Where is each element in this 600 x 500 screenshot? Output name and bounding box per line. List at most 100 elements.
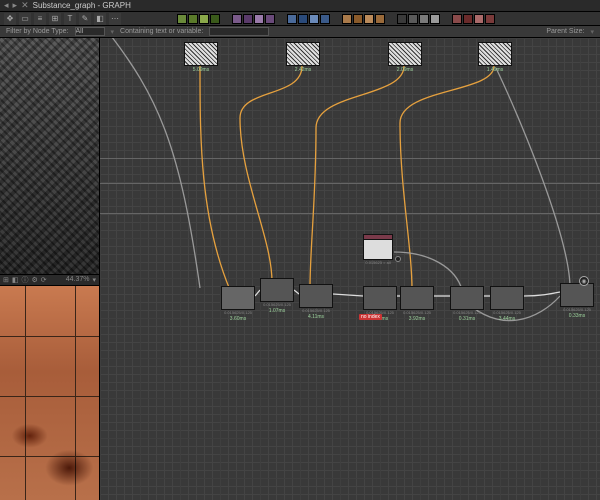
main-split: ⊞ ◧ ⓘ ⚙ ⟳ 44.37% ▾ 5.09ms 2.42ms 2.09ms 1.4…	[0, 38, 600, 500]
tool-align-icon[interactable]: ≡	[34, 13, 46, 25]
parent-size-label: Parent Size:	[546, 28, 584, 35]
graph-node-input[interactable]: 2.09ms	[388, 42, 422, 73]
palette-swatch[interactable]	[232, 14, 242, 24]
node-body	[363, 240, 393, 260]
filter-type-dropdown[interactable]	[75, 27, 105, 36]
graph-node[interactable]: 0.015625/0.1254.11ms	[299, 284, 333, 320]
node-thumbnail	[363, 286, 397, 310]
palette-swatch[interactable]	[309, 14, 319, 24]
node-thumbnail	[260, 278, 294, 302]
graph-node-input[interactable]: 2.42ms	[286, 42, 320, 73]
connection-wire	[100, 38, 600, 498]
win-expand-icon[interactable]: ▸	[13, 0, 18, 11]
refresh-icon[interactable]: ⟳	[41, 276, 47, 284]
palette-swatch[interactable]	[452, 14, 462, 24]
frame-boundary	[100, 158, 600, 159]
node-timing: 4.11ms	[299, 313, 333, 320]
palette-group	[232, 14, 275, 24]
graph-node[interactable]: 0.015625/0.1253.60ms	[221, 286, 255, 322]
palette-group	[342, 14, 385, 24]
palette-swatch[interactable]	[342, 14, 352, 24]
tool-arrange-icon[interactable]: ⊞	[49, 13, 61, 25]
connection-wire	[100, 38, 600, 498]
node-thumbnail	[400, 286, 434, 310]
node-timing: 5.09ms	[184, 66, 218, 73]
palette-group	[177, 14, 220, 24]
output-marker-icon[interactable]: ◉	[579, 276, 589, 286]
node-thumbnail	[299, 284, 333, 308]
gear-icon[interactable]: ⚙	[32, 276, 38, 284]
graph-node[interactable]: 0.015625/0.1253.92ms	[400, 286, 434, 322]
frame-boundary	[100, 213, 600, 214]
brush-icon[interactable]: ✎	[79, 13, 91, 25]
palette-swatch[interactable]	[485, 14, 495, 24]
preview-2d-color[interactable]	[0, 286, 99, 500]
palette-swatch[interactable]	[210, 14, 220, 24]
chevron-down-icon[interactable]: ▾	[590, 28, 594, 36]
palette-swatch[interactable]	[408, 14, 418, 24]
palette-swatch[interactable]	[397, 14, 407, 24]
connection-wire	[100, 38, 600, 498]
frame-boundary	[100, 183, 600, 184]
node-subtitle: 0.015625/0.125	[490, 310, 524, 315]
node-timing: 1.49ms	[478, 66, 512, 73]
palette-swatch[interactable]	[243, 14, 253, 24]
graph-node[interactable]: 0.015625/0.1250.33ms	[560, 283, 594, 319]
palette-swatch[interactable]	[474, 14, 484, 24]
graph-node[interactable]: 0.015625/0.1251.21msno index	[363, 286, 397, 322]
tool-text-icon[interactable]: T	[64, 13, 76, 25]
palette-swatch[interactable]	[188, 14, 198, 24]
palette-swatch[interactable]	[419, 14, 429, 24]
graph-node[interactable]: 0.015625/0.1251.07ms	[260, 278, 294, 314]
graph-node[interactable]: 0.015625/0.1250.31ms	[450, 286, 484, 322]
chevron-down-icon[interactable]: ▾	[92, 276, 96, 284]
window-title-bar: ◂ ▸ ✕ Substance_graph - GRAPH	[0, 0, 600, 12]
preview-toolbar: ⊞ ◧ ⓘ ⚙ ⟳ 44.37% ▾	[0, 274, 99, 286]
connection-wire	[100, 38, 600, 498]
palette-swatch[interactable]	[353, 14, 363, 24]
channel-icon[interactable]: ⊞	[3, 276, 9, 284]
node-graph-canvas[interactable]: 5.09ms2.42ms2.09ms1.49ms0.015625 = all0.…	[100, 38, 600, 500]
node-error-badge: no index	[359, 314, 382, 320]
filter-text-input[interactable]	[209, 27, 269, 36]
palette-swatch[interactable]	[375, 14, 385, 24]
more-icon[interactable]: ⋯	[109, 13, 121, 25]
node-thumbnail	[286, 42, 320, 66]
palette-group	[397, 14, 440, 24]
node-timing: 0.31ms	[450, 315, 484, 322]
tool-select-icon[interactable]: ▭	[19, 13, 31, 25]
graph-node-input[interactable]: 1.49ms	[478, 42, 512, 73]
node-thumbnail	[560, 283, 594, 307]
graph-node-frame[interactable]: 0.015625 = all	[363, 234, 393, 265]
node-subtitle: 0.015625/0.125	[221, 310, 255, 315]
palette-swatch[interactable]	[177, 14, 187, 24]
win-collapse-icon[interactable]: ◂	[4, 0, 9, 11]
palette-swatch[interactable]	[320, 14, 330, 24]
close-icon[interactable]: ✕	[21, 0, 29, 11]
palette-swatch[interactable]	[287, 14, 297, 24]
palette-swatch[interactable]	[430, 14, 440, 24]
node-output-port[interactable]	[395, 256, 401, 262]
node-timing: 3.60ms	[221, 315, 255, 322]
connection-wire	[100, 38, 600, 498]
connection-wire	[100, 38, 600, 498]
palette-swatch[interactable]	[364, 14, 374, 24]
palette-swatch[interactable]	[463, 14, 473, 24]
palette-group	[287, 14, 330, 24]
highlight-icon[interactable]: ◧	[94, 13, 106, 25]
palette-swatch[interactable]	[254, 14, 264, 24]
graph-node[interactable]: 0.015625/0.1253.44ms	[490, 286, 524, 322]
palette-swatch[interactable]	[199, 14, 209, 24]
palette-swatch[interactable]	[298, 14, 308, 24]
connection-wire	[100, 38, 600, 498]
graph-node-input[interactable]: 5.09ms	[184, 42, 218, 73]
zoom-value: 44.37%	[66, 276, 90, 283]
connection-wire	[100, 38, 600, 498]
info-icon[interactable]: ⓘ	[22, 275, 29, 285]
node-timing: 1.07ms	[260, 307, 294, 314]
tool-hand-icon[interactable]: ✥	[4, 13, 16, 25]
tile-icon[interactable]: ◧	[12, 276, 19, 284]
preview-2d-grayscale[interactable]	[0, 38, 99, 274]
palette-swatch[interactable]	[265, 14, 275, 24]
brick-texture-preview	[0, 286, 99, 500]
